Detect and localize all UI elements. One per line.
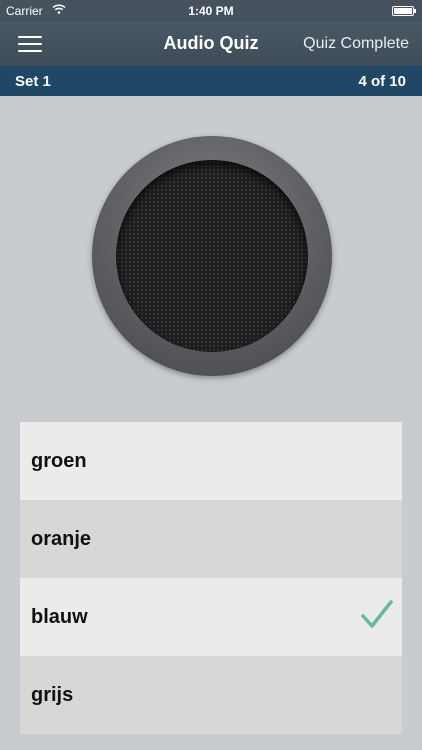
answer-label: oranje — [31, 528, 92, 550]
speaker-grille — [116, 160, 308, 352]
answer-option-groen[interactable]: groen — [20, 422, 402, 500]
answer-label: blauw — [31, 606, 88, 628]
navigation-bar: Audio Quiz Quiz Complete — [0, 22, 422, 66]
question-progress: 4 of 10 — [358, 73, 406, 90]
answer-label: grijs — [31, 684, 74, 706]
status-bar: Carrier 1:40 PM — [0, 0, 422, 22]
set-progress-bar: Set 1 4 of 10 — [0, 66, 422, 96]
answer-option-grijs[interactable]: grijs — [20, 656, 402, 734]
set-label: Set 1 — [15, 73, 51, 90]
status-time: 1:40 PM — [188, 4, 234, 18]
answer-label: groen — [31, 450, 87, 472]
quiz-complete-button[interactable]: Quiz Complete — [303, 35, 409, 53]
battery-icon — [392, 6, 416, 16]
answer-option-blauw[interactable]: blauw — [20, 578, 402, 656]
answer-list: groen oranje blauw grijs — [20, 422, 402, 734]
speaker-icon[interactable] — [92, 136, 332, 376]
checkmark-icon — [361, 600, 393, 628]
answer-option-oranje[interactable]: oranje — [20, 500, 402, 578]
